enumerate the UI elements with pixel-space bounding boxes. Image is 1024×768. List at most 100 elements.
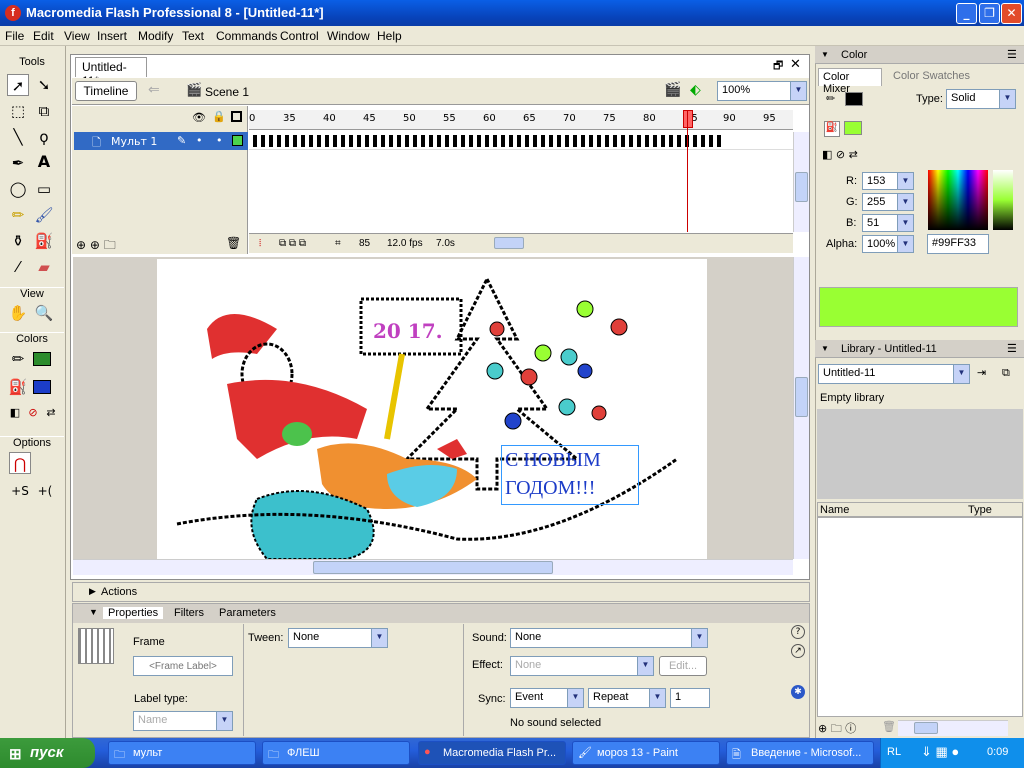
edit-multiple-icon[interactable]: ⌗ — [335, 238, 341, 249]
menu-edit[interactable]: Edit — [33, 29, 54, 43]
task-mult[interactable]: 🗀 мульт — [108, 741, 256, 765]
menu-commands[interactable]: Commands — [216, 29, 277, 43]
tab-color-swatches[interactable]: Color Swatches — [893, 70, 970, 82]
arrow-tool-icon[interactable]: ➚ — [7, 74, 29, 96]
new-library-icon[interactable]: ⧉ — [1002, 366, 1010, 380]
library-actions-icons[interactable]: ⊕ 🗀 ⓘ — [818, 720, 856, 739]
eyedropper-icon[interactable]: ⁄ — [7, 256, 29, 278]
hand-tool-icon[interactable]: ✋ — [7, 302, 29, 324]
brush-tool-icon[interactable]: 🖌 — [33, 204, 55, 226]
text-tool-icon[interactable]: A — [33, 152, 55, 174]
close-button[interactable]: ✕ — [1001, 3, 1022, 24]
lock-icon[interactable]: 🔒 — [212, 110, 226, 123]
oval-tool-icon[interactable]: ◯ — [7, 178, 29, 200]
color-panel-header[interactable]: ▼ Color ☰ — [815, 46, 1024, 64]
paint-bucket-icon[interactable]: ⛽ — [33, 230, 55, 252]
delete-layer-icon[interactable]: 🗑 — [226, 236, 241, 250]
label-type-select[interactable]: Name ▼ — [133, 711, 233, 731]
edit-symbols-icon[interactable]: ⬖ — [690, 82, 701, 98]
pin-library-icon[interactable]: ⇥ — [977, 366, 986, 379]
mixer-stroke-swatch[interactable] — [845, 92, 863, 106]
frame-ruler[interactable]: 0 35 40 45 50 55 60 65 70 75 80 85 90 95 — [249, 110, 793, 130]
col-type[interactable]: Type — [968, 504, 992, 516]
repeat-select[interactable]: Repeat ▼ — [588, 688, 666, 708]
stage-vscroll[interactable] — [793, 257, 809, 559]
tab-color-mixer[interactable]: Color Mixer — [818, 68, 882, 95]
timeline-button[interactable]: Timeline — [75, 81, 137, 101]
effect-select[interactable]: None ▼ — [510, 656, 654, 676]
menu-modify[interactable]: Modify — [138, 29, 173, 43]
snap-magnet-icon[interactable]: ⋂ — [9, 452, 31, 474]
restore-button[interactable]: ❐ — [979, 3, 1000, 24]
pencil-tool-icon[interactable]: ✏ — [7, 204, 29, 226]
pen-tool-icon[interactable]: ✒ — [7, 152, 29, 174]
close-document-icon[interactable]: ✕ — [790, 57, 801, 72]
menu-help[interactable]: Help — [377, 29, 402, 43]
tab-parameters[interactable]: Parameters — [219, 607, 276, 619]
visibility-dot-icon[interactable]: • — [196, 134, 203, 147]
panel-menu-icon[interactable]: ☰ — [1007, 48, 1017, 61]
col-name[interactable]: Name — [820, 504, 849, 516]
zoom-tool-icon[interactable]: 🔍 — [33, 302, 55, 324]
swap-colors-icon[interactable]: ⇄ — [40, 402, 62, 424]
fill-transform-icon[interactable]: ⧉ — [33, 100, 55, 122]
library-document-select[interactable]: Untitled-11 ▼ — [818, 364, 970, 384]
scroll-thumb[interactable] — [313, 561, 553, 574]
actions-panel[interactable]: ▶ Actions — [72, 582, 810, 602]
hex-input[interactable]: #99FF33 — [927, 234, 989, 254]
library-hscroll[interactable] — [898, 720, 1008, 736]
fill-color-swatch[interactable] — [33, 380, 51, 394]
greeting-textbox[interactable]: С НОВЫМ ГОДОМ!!! — [501, 445, 639, 505]
brightness-slider[interactable] — [993, 170, 1013, 230]
frame-label-input[interactable] — [133, 656, 233, 676]
task-flash[interactable]: ● Macromedia Flash Pr... — [418, 741, 566, 765]
stage-hscroll[interactable] — [73, 559, 793, 575]
playhead-handle[interactable] — [683, 110, 693, 128]
fill-bucket-icon[interactable]: ⛽ — [824, 121, 840, 137]
tab-properties[interactable]: Properties — [103, 607, 164, 619]
alpha-input[interactable]: 100% ▼ — [862, 235, 914, 253]
eraser-tool-icon[interactable]: ▰ — [33, 256, 55, 278]
ink-bottle-icon[interactable]: ⚱ — [7, 230, 29, 252]
onion-skin-icon[interactable]: ⧉ ⧉ ⧉ — [279, 238, 306, 249]
center-frame-icon[interactable]: ⦙ — [259, 238, 261, 249]
frame-cells[interactable] — [249, 132, 793, 150]
r-input[interactable]: 153 ▼ — [862, 172, 914, 190]
menu-window[interactable]: Window — [327, 29, 370, 43]
help-icon[interactable]: ? — [791, 625, 805, 639]
sound-select[interactable]: None ▼ — [510, 628, 708, 648]
color-spectrum[interactable] — [928, 170, 988, 230]
straighten-icon[interactable]: +( — [34, 480, 56, 502]
tray-icons[interactable]: ⇓ ▦ ● — [921, 744, 959, 760]
tab-filters[interactable]: Filters — [174, 607, 204, 619]
outline-color-icon[interactable] — [232, 135, 243, 146]
fill-type-select[interactable]: Solid ▼ — [946, 89, 1016, 109]
task-word[interactable]: 🗎 Введение - Microsof... — [726, 741, 874, 765]
library-delete-icon[interactable]: 🗑 — [882, 720, 896, 733]
timeline-vscroll[interactable] — [793, 132, 809, 232]
edit-scene-icon[interactable]: 🎬 — [664, 82, 681, 98]
panel-menu-icon[interactable]: ☰ — [1007, 342, 1017, 355]
library-list[interactable] — [817, 517, 1023, 717]
collapse-arrow-icon[interactable]: ▼ — [821, 50, 829, 59]
collapse-arrow-icon[interactable]: ▼ — [821, 344, 829, 353]
free-transform-icon[interactable]: ⬚ — [7, 100, 29, 122]
menu-text[interactable]: Text — [182, 29, 204, 43]
lasso-tool-icon[interactable]: ϙ — [33, 126, 55, 148]
scroll-thumb[interactable] — [795, 172, 808, 202]
accessibility-icon[interactable]: ✱ — [791, 685, 805, 699]
document-tab[interactable]: Untitled-11* — [75, 57, 147, 88]
b-input[interactable]: 51 ▼ — [862, 214, 914, 232]
mixer-default-swap-icons[interactable]: ◧ ⊘ ⇄ — [822, 148, 858, 161]
stage[interactable]: 20 17. С НОВЫМ ГОДОМ!!! — [157, 259, 707, 559]
scroll-thumb[interactable] — [914, 722, 938, 734]
eye-icon[interactable]: 👁 — [192, 111, 206, 124]
start-button[interactable]: ⊞ пуск — [0, 738, 95, 768]
tween-select[interactable]: None ▼ — [288, 628, 388, 648]
g-input[interactable]: 255 ▼ — [862, 193, 914, 211]
smooth-icon[interactable]: +S — [9, 480, 31, 502]
edit-button[interactable]: Edit... — [659, 656, 707, 676]
mixer-fill-swatch[interactable] — [844, 121, 862, 135]
restore-document-icon[interactable]: 🗗 — [773, 57, 783, 76]
menu-control[interactable]: Control — [280, 29, 319, 43]
